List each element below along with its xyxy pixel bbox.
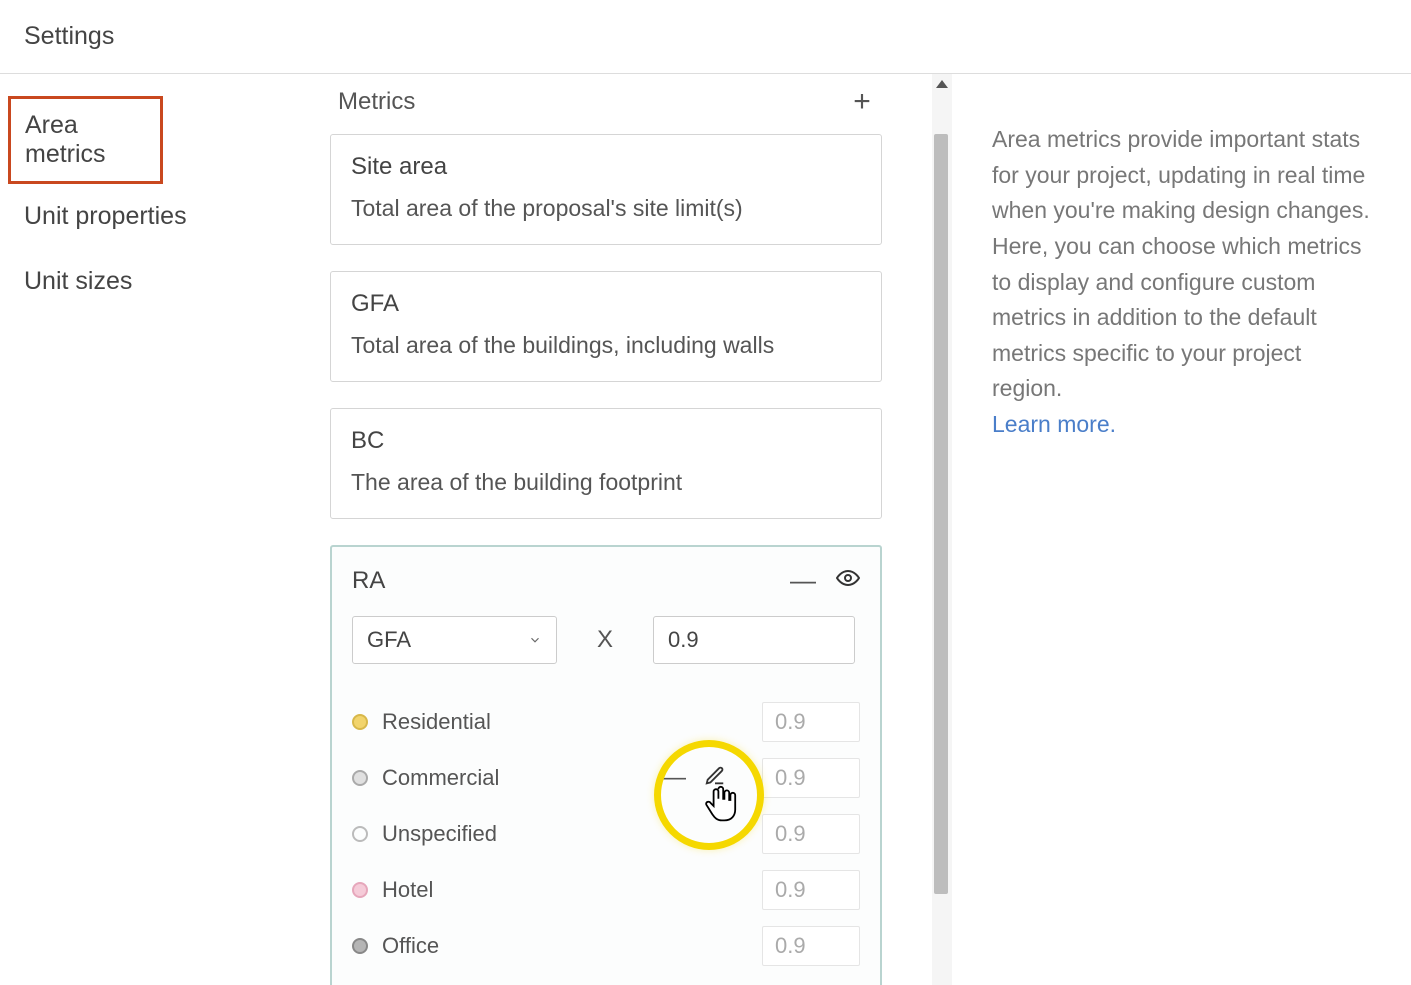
category-row-residential: Residential 0.9 [352, 694, 860, 750]
metric-card-title: Site area [351, 153, 861, 181]
chevron-down-icon [528, 627, 542, 653]
base-metric-select[interactable]: GFA [352, 616, 557, 664]
category-label: Commercial [382, 765, 499, 791]
category-label: Residential [382, 709, 491, 735]
remove-row-icon[interactable]: — [662, 764, 686, 792]
category-value-input[interactable]: 0.9 [762, 702, 860, 742]
page-title: Settings [24, 22, 114, 50]
category-value-input[interactable]: 0.9 [762, 814, 860, 854]
sidebar-item-unit-properties[interactable]: Unit properties [0, 184, 330, 249]
info-panel: Area metrics provide important stats for… [952, 74, 1411, 985]
collapse-icon[interactable]: — [790, 565, 816, 596]
category-color-dot [352, 714, 368, 730]
category-value-input[interactable]: 0.9 [762, 926, 860, 966]
metric-card-site-area[interactable]: Site area Total area of the proposal's s… [330, 134, 882, 245]
metric-card-desc: Total area of the proposal's site limit(… [351, 195, 861, 222]
add-metric-button[interactable]: + [842, 82, 882, 122]
category-color-dot [352, 826, 368, 842]
sidebar-item-label: Unit properties [24, 202, 187, 230]
category-row-office: Office 0.9 [352, 918, 860, 974]
sidebar-item-unit-sizes[interactable]: Unit sizes [0, 249, 330, 314]
scroll-up-icon[interactable] [934, 76, 950, 92]
main-content: Metrics + Site area Total area of the pr… [330, 74, 932, 985]
sidebar-item-label: Unit sizes [24, 267, 132, 295]
category-color-dot [352, 938, 368, 954]
sidebar-item-label: Area metrics [25, 111, 106, 168]
scrollbar[interactable] [932, 74, 952, 985]
multiply-symbol: X [575, 626, 635, 654]
scroll-thumb[interactable] [934, 134, 948, 894]
metric-card-bc[interactable]: BC The area of the building footprint [330, 408, 882, 519]
metric-card-ra-expanded: RA — GFA X [330, 545, 882, 985]
factor-input[interactable]: 0.9 [653, 616, 855, 664]
sidebar: Area metrics Unit properties Unit sizes [0, 74, 330, 985]
info-text: Area metrics provide important stats for… [992, 126, 1370, 401]
learn-more-link[interactable]: Learn more. [992, 411, 1116, 437]
category-color-dot [352, 770, 368, 786]
metric-card-title: GFA [351, 290, 861, 318]
category-value-input[interactable]: 0.9 [762, 870, 860, 910]
edit-icon[interactable] [704, 765, 726, 792]
metric-card-gfa[interactable]: GFA Total area of the buildings, includi… [330, 271, 882, 382]
metric-card-desc: The area of the building footprint [351, 469, 861, 496]
metric-card-desc: Total area of the buildings, including w… [351, 332, 861, 359]
factor-value: 0.9 [668, 627, 699, 652]
category-value-input[interactable]: 0.9 [762, 758, 860, 798]
category-label: Hotel [382, 877, 433, 903]
select-value: GFA [367, 627, 411, 653]
metric-card-title: RA [352, 567, 385, 595]
visibility-icon[interactable] [836, 566, 860, 595]
sidebar-item-area-metrics[interactable]: Area metrics [8, 96, 163, 184]
category-row-hotel: Hotel 0.9 [352, 862, 860, 918]
category-row-unspecified: Unspecified 0.9 [352, 806, 860, 862]
metric-card-title: BC [351, 427, 861, 455]
category-label: Office [382, 933, 439, 959]
page-header: Settings [0, 0, 1411, 74]
category-row-commercial: Commercial — [352, 750, 860, 806]
metrics-heading: Metrics [338, 88, 415, 116]
category-color-dot [352, 882, 368, 898]
category-label: Unspecified [382, 821, 497, 847]
